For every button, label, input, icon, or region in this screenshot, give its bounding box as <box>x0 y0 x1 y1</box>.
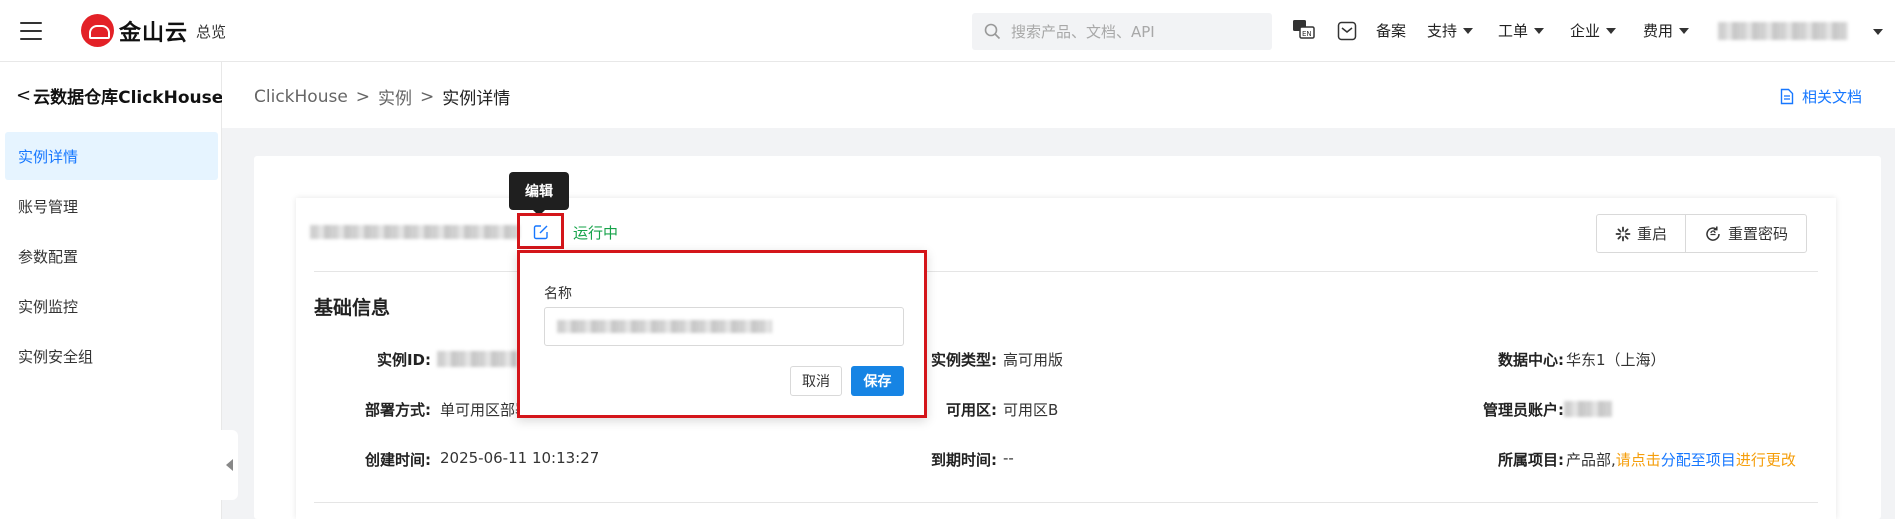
project-hint-click: 请点击 <box>1615 451 1661 469</box>
project-value: 产品部,请点击分配至项目进行更改 <box>1566 449 1796 470</box>
back-icon[interactable]: < <box>16 85 31 106</box>
language-toggle-icon[interactable]: EN <box>1292 19 1316 41</box>
search-icon <box>984 23 1001 40</box>
instance-type-value: 高可用版 <box>1003 351 1064 369</box>
related-docs-link[interactable]: 相关文档 <box>1780 86 1862 107</box>
project-hint-change: 进行更改 <box>1735 451 1796 469</box>
sidebar-title-text: 云数据仓库ClickHouse <box>33 88 224 108</box>
reset-password-label: 重置密码 <box>1728 225 1789 243</box>
breadcrumb-clickhouse[interactable]: ClickHouse <box>254 87 348 107</box>
admin-account-label: 管理员账户: <box>1483 401 1564 419</box>
sidebar-item-security-group[interactable]: 实例安全组 <box>5 332 218 380</box>
edit-tooltip-text: 编辑 <box>525 184 553 200</box>
sidebar-title[interactable]: < 云数据仓库ClickHouse <box>16 83 223 108</box>
sidebar-collapse-toggle[interactable] <box>220 430 238 500</box>
message-icon[interactable] <box>1337 21 1357 41</box>
deploy-mode-label: 部署方式: <box>365 401 431 419</box>
instance-id-redacted <box>437 351 517 367</box>
datacenter-label: 数据中心: <box>1498 351 1564 369</box>
menu-icon[interactable] <box>20 22 42 40</box>
admin-account-redacted <box>1564 401 1612 417</box>
enterprise-menu[interactable]: 企业 <box>1570 20 1617 41</box>
billing-menu[interactable]: 费用 <box>1643 20 1690 41</box>
assign-project-link[interactable]: 分配至项目 <box>1661 451 1736 469</box>
breadcrumb-separator: > <box>355 86 371 107</box>
restart-button[interactable]: 重启 <box>1597 215 1685 252</box>
chevron-down-icon <box>1606 27 1617 34</box>
ticket-label: 工单 <box>1498 22 1529 40</box>
basic-info-title: 基础信息 <box>314 297 391 319</box>
rename-popover: 名称 取消 保存 <box>517 250 927 418</box>
logo-mark-icon <box>81 14 114 47</box>
kingsoft-cloud-logo[interactable]: 金山云 <box>81 14 188 47</box>
chevron-down-icon[interactable] <box>1873 29 1883 35</box>
zone-value: 可用区B <box>1003 401 1059 419</box>
reset-password-button[interactable]: 重置密码 <box>1685 215 1806 252</box>
edit-button-highlight <box>517 213 564 249</box>
svg-text:EN: EN <box>1302 30 1312 38</box>
filing-link[interactable]: 备案 <box>1376 20 1406 41</box>
breadcrumb-separator: > <box>420 86 435 107</box>
datacenter-value: 华东1（上海） <box>1566 351 1666 369</box>
created-time-label: 创建时间: <box>365 451 431 469</box>
document-icon <box>1780 88 1794 105</box>
breadcrumb-instances[interactable]: 实例 <box>378 84 412 109</box>
created-time-value: 2025-06-11 10:13:27 <box>440 449 600 467</box>
instance-name-value-redacted <box>557 320 772 333</box>
instance-type-label: 实例类型: <box>931 351 997 369</box>
chevron-down-icon <box>1463 27 1474 34</box>
section-divider <box>314 502 1818 503</box>
support-menu[interactable]: 支持 <box>1427 20 1474 41</box>
restart-label: 重启 <box>1637 225 1668 243</box>
page-header: ClickHouse > 实例 > 实例详情 相关文档 <box>222 62 1895 128</box>
enterprise-label: 企业 <box>1570 22 1601 40</box>
reset-icon <box>1706 226 1720 241</box>
sidebar-item-account-management[interactable]: 账号管理 <box>5 182 218 230</box>
breadcrumb-current: 实例详情 <box>442 89 511 109</box>
project-label: 所属项目: <box>1498 451 1564 469</box>
sidebar: < 云数据仓库ClickHouse 实例详情 账号管理 参数配置 实例监控 实例… <box>0 62 223 519</box>
top-navigation-bar: 金山云 总览 EN 备案 支持 工单 企业 费用 <box>0 0 1895 62</box>
overview-link[interactable]: 总览 <box>196 21 226 42</box>
edit-tooltip: 编辑 <box>509 172 569 216</box>
expire-time-value: -- <box>1003 449 1014 467</box>
logo-text: 金山云 <box>119 20 189 46</box>
restart-icon <box>1615 226 1631 241</box>
ticket-menu[interactable]: 工单 <box>1498 20 1545 41</box>
billing-label: 费用 <box>1643 22 1674 40</box>
zone-label: 可用区: <box>946 401 997 419</box>
global-search[interactable] <box>972 13 1272 50</box>
instance-name-redacted <box>310 225 520 239</box>
name-field-label: 名称 <box>544 286 572 302</box>
cancel-button[interactable]: 取消 <box>790 366 842 396</box>
search-input[interactable] <box>1011 22 1261 41</box>
chevron-down-icon <box>1679 27 1690 34</box>
chevron-down-icon <box>1534 27 1545 34</box>
user-account-redacted[interactable] <box>1718 22 1848 40</box>
sidebar-item-instance-details[interactable]: 实例详情 <box>5 132 218 180</box>
instance-name-input[interactable] <box>544 307 904 346</box>
support-label: 支持 <box>1427 22 1458 40</box>
save-button[interactable]: 保存 <box>851 366 904 396</box>
instance-action-buttons: 重启 重置密码 <box>1596 214 1808 253</box>
project-name: 产品部, <box>1566 451 1616 469</box>
sidebar-item-parameter-config[interactable]: 参数配置 <box>5 232 218 280</box>
instance-id-label: 实例ID: <box>376 351 431 369</box>
expire-time-label: 到期时间: <box>931 451 997 469</box>
instance-status: 运行中 <box>573 224 619 242</box>
related-docs-label: 相关文档 <box>1801 88 1862 106</box>
breadcrumb: ClickHouse > 实例 > 实例详情 <box>254 84 511 110</box>
sidebar-item-instance-monitoring[interactable]: 实例监控 <box>5 282 218 330</box>
